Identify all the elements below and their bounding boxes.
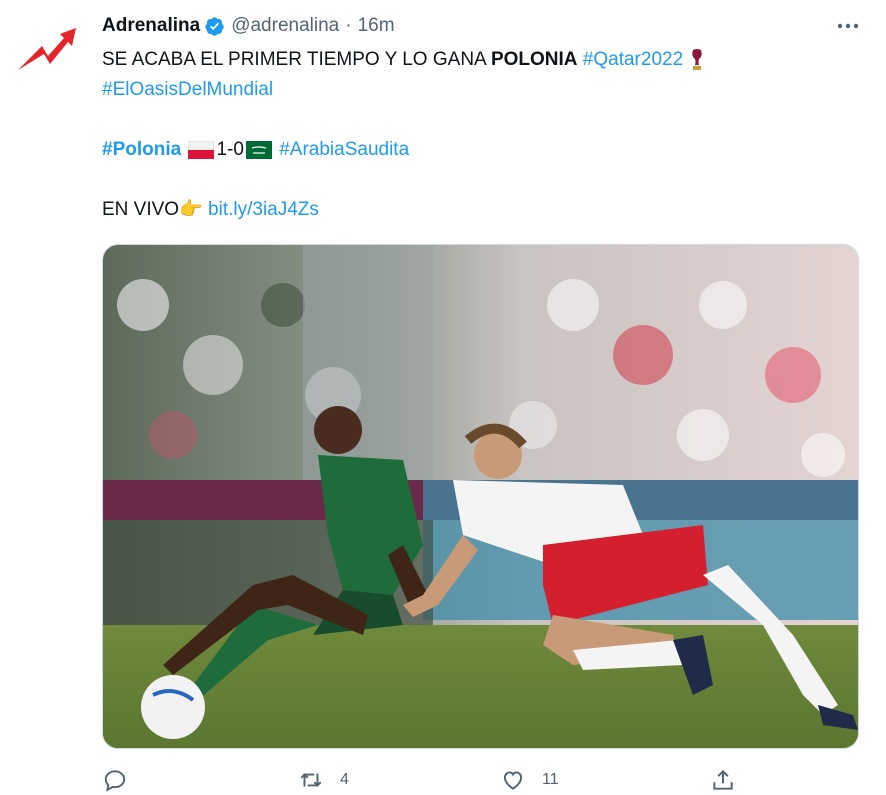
like-count: 11 bbox=[542, 771, 559, 788]
bold-text: POLONIA bbox=[490, 49, 578, 70]
text-line-2: #ElOasisDelMundial bbox=[102, 75, 842, 105]
author-name[interactable]: Adrenalina bbox=[102, 15, 200, 37]
separator-dot: · bbox=[345, 15, 352, 36]
text-line-4: EN VIVO 👉 bit.ly/3iaJ4Zs bbox=[102, 195, 842, 225]
more-icon bbox=[837, 23, 859, 29]
hashtag-eloasisdelmundial[interactable]: #ElOasisDelMundial bbox=[102, 75, 273, 105]
like-button[interactable]: 11 bbox=[500, 766, 559, 794]
hashtag-arabiasaudita[interactable]: #ArabiaSaudita bbox=[279, 135, 409, 165]
more-button[interactable] bbox=[830, 14, 866, 38]
poland-flag-icon bbox=[188, 141, 215, 159]
share-icon bbox=[713, 769, 733, 790]
tweet-header: Adrenalina @adrenalina · 16m bbox=[102, 12, 395, 40]
adrenalina-logo-icon bbox=[18, 28, 76, 70]
tweet-text: SE ACABA EL PRIMER TIEMPO Y LO GANA POLO… bbox=[102, 45, 842, 225]
timestamp[interactable]: 16m bbox=[358, 15, 395, 37]
reply-button[interactable] bbox=[102, 766, 144, 794]
retweet-button[interactable]: 4 bbox=[298, 766, 349, 794]
retweet-icon bbox=[300, 773, 322, 787]
live-label: EN VIVO bbox=[102, 199, 180, 220]
text-segment: SE ACABA EL PRIMER TIEMPO Y LO GANA bbox=[102, 49, 491, 70]
verified-badge-icon bbox=[205, 16, 224, 36]
avatar[interactable] bbox=[14, 16, 80, 82]
text-line-3: #Polonia 1-0 #ArabiaSaudita bbox=[102, 135, 842, 165]
share-button[interactable] bbox=[710, 766, 736, 794]
pointing-hand-emoji: 👉 bbox=[179, 199, 203, 220]
short-link[interactable]: bit.ly/3iaJ4Zs bbox=[208, 195, 319, 225]
saudi-flag-icon bbox=[245, 141, 272, 159]
author-handle[interactable]: @adrenalina bbox=[231, 15, 339, 37]
text-line-1: SE ACABA EL PRIMER TIEMPO Y LO GANA POLO… bbox=[102, 45, 842, 75]
tweet-media-photo[interactable] bbox=[102, 244, 859, 749]
like-icon bbox=[503, 771, 523, 790]
hashtag-polonia[interactable]: #Polonia bbox=[102, 135, 181, 165]
tweet-actions: 4 11 bbox=[102, 766, 742, 794]
hashtag-qatar2022[interactable]: #Qatar2022 bbox=[583, 45, 683, 75]
football-photo bbox=[103, 245, 858, 748]
world-cup-trophy-icon bbox=[692, 49, 702, 70]
retweet-count: 4 bbox=[340, 771, 349, 788]
reply-icon bbox=[104, 770, 126, 792]
match-score: 1-0 bbox=[216, 139, 244, 160]
